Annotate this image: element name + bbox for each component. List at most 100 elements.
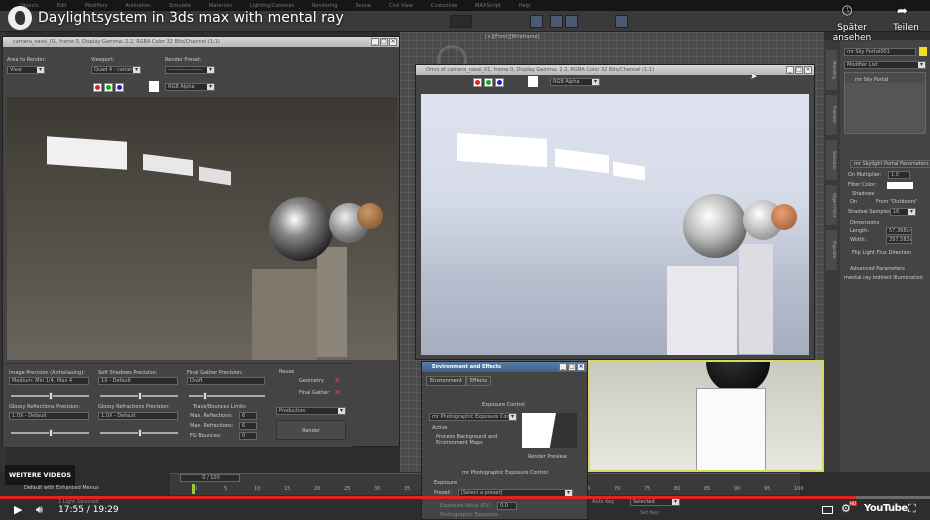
image-precision-slider[interactable] (11, 392, 89, 400)
maximize-button[interactable]: □ (380, 38, 388, 46)
final-gather-slider[interactable] (189, 392, 265, 400)
close-button[interactable]: × (389, 38, 397, 46)
menu-edit[interactable]: Edit (57, 3, 67, 9)
menu-simulate[interactable]: Simulate (169, 3, 191, 9)
max-refractions-spinner[interactable]: 6 (239, 422, 257, 430)
photo-exposure-header[interactable]: mr Photographic Exposure Control (462, 470, 548, 476)
object-name-field[interactable]: mr Sky Portal001 (844, 48, 916, 56)
fg-bounces-spinner[interactable]: 0 (239, 432, 257, 440)
share-icon[interactable]: ➦ (897, 4, 908, 19)
menu-animation[interactable]: Animation (125, 3, 151, 9)
channel-dropdown[interactable]: RGB Alpha (550, 78, 600, 86)
object-color-swatch[interactable] (919, 47, 927, 56)
shadow-samples-dropdown[interactable]: 16 (890, 208, 916, 216)
flip-flux-checkbox[interactable]: Flip Light Flux Direction (852, 250, 911, 256)
side-tab-selection[interactable]: Selection (826, 140, 837, 180)
max-reflections-spinner[interactable]: 6 (239, 412, 257, 420)
render-preview-button[interactable]: Render Preview (528, 454, 567, 460)
menu-civil-view[interactable]: Civil View (389, 3, 413, 9)
viewport-dropdown[interactable]: Quad 4 - camera (91, 66, 141, 74)
clear-geometry-icon[interactable]: ✕ (334, 376, 341, 385)
toolbar-button[interactable] (615, 15, 628, 28)
side-tab-modeling[interactable]: Modeling (826, 50, 837, 90)
workspace-dropdown[interactable]: Default with Enhanced Menus (24, 485, 99, 491)
glossy-reflections-slider[interactable] (11, 429, 89, 437)
modifier-list-dropdown[interactable]: Modifier List (844, 61, 926, 69)
toolbar-dropdown[interactable] (450, 15, 472, 28)
green-channel-toggle[interactable] (484, 78, 493, 87)
stack-item[interactable]: mr Sky Portal (845, 73, 925, 83)
video-title[interactable]: Daylightsystem in 3ds max with mental ra… (38, 10, 344, 26)
watch-later-button[interactable]: Später ansehen (820, 23, 884, 43)
maximize-button[interactable]: □ (795, 66, 803, 74)
menu-rendering[interactable]: Rendering (312, 3, 338, 9)
minimize-button[interactable]: _ (559, 363, 567, 371)
menu-maxscript[interactable]: MAXScript (475, 3, 501, 9)
clear-final-gather-icon[interactable]: ✕ (334, 388, 341, 397)
toolbar-button[interactable] (550, 15, 563, 28)
reuse-geometry-checkbox[interactable]: Geometry (299, 378, 324, 384)
glossy-refractions-slider[interactable] (100, 429, 178, 437)
color-swatch[interactable] (528, 76, 538, 87)
side-tab-freeform[interactable]: Freeform (826, 95, 837, 135)
fullscreen-icon[interactable]: ⛶ (908, 502, 916, 516)
menu-materials[interactable]: Materials (209, 3, 232, 9)
multiplier-spinner[interactable]: 1.0 (888, 171, 910, 179)
side-tab-populate[interactable]: Populate (826, 230, 837, 270)
ev-radio[interactable]: Exposure Value (EV): (440, 503, 492, 509)
play-icon[interactable]: ▶ (14, 503, 22, 516)
key-mode-dropdown[interactable]: Selected (630, 498, 680, 506)
color-swatch[interactable] (149, 81, 159, 92)
modifier-stack[interactable]: mr Sky Portal (844, 72, 926, 134)
toolbar-button[interactable] (530, 15, 543, 28)
shadows-on-checkbox[interactable]: On (850, 199, 857, 205)
soft-shadows-slider[interactable] (100, 392, 178, 400)
red-channel-toggle[interactable] (93, 83, 102, 92)
active-checkbox[interactable]: Active (432, 425, 447, 431)
clock-icon[interactable]: 🕓︎ (842, 4, 852, 19)
params-rollout-header[interactable]: mr Skylight Portal Parameters (850, 160, 930, 168)
video-progress-bar[interactable] (0, 496, 930, 499)
share-button[interactable]: Teilen (889, 23, 923, 33)
menu-help[interactable]: Help (519, 3, 530, 9)
exposure-type-dropdown[interactable]: mr Photographic Exposure Control (429, 413, 517, 421)
menu-modifiers[interactable]: Modifiers (85, 3, 108, 9)
indirect-illumination-rollout[interactable]: mental ray Indirect Illumination (844, 275, 923, 281)
menu-scene[interactable]: Scene (356, 3, 371, 9)
close-button[interactable]: × (804, 66, 812, 74)
menu-lighting[interactable]: Lighting/Cameras (250, 3, 294, 9)
render-preset-dropdown[interactable]: ------------------- (165, 66, 215, 74)
close-button[interactable]: × (577, 363, 585, 371)
render-button[interactable]: Render (276, 420, 346, 440)
blue-channel-toggle[interactable] (495, 78, 504, 87)
toolbar-button[interactable] (565, 15, 578, 28)
viewport-label[interactable]: [+][Front][Wireframe] (485, 34, 540, 40)
youtube-logo[interactable]: YouTube (864, 503, 908, 514)
advanced-params-rollout[interactable]: Advanced Parameters (850, 266, 905, 272)
exposure-control-header[interactable]: Exposure Control (482, 402, 525, 408)
process-background-checkbox[interactable]: Process Background and Environment Maps (436, 434, 506, 446)
on-multiplier-label[interactable]: On Multiplier: (848, 172, 882, 178)
time-slider[interactable]: 0 / 100 (180, 474, 240, 482)
minimize-button[interactable]: _ (371, 38, 379, 46)
more-videos-button[interactable]: WEITERE VIDEOS (5, 465, 75, 485)
red-channel-toggle[interactable] (473, 78, 482, 87)
width-spinner[interactable]: 297,582c (886, 236, 912, 244)
subtitles-icon[interactable] (822, 506, 833, 514)
tab-environment[interactable]: Environment (426, 376, 466, 386)
set-key-button[interactable]: Set Key (640, 510, 659, 516)
filter-color-swatch[interactable] (887, 182, 913, 189)
length-spinner[interactable]: 57,368cm (886, 227, 912, 235)
ev-spinner[interactable]: 0.0 (497, 502, 517, 510)
menu-customize[interactable]: Customize (431, 3, 457, 9)
camera-viewport[interactable] (588, 360, 824, 472)
green-channel-toggle[interactable] (104, 83, 113, 92)
volume-icon[interactable]: 🔊︎ (36, 503, 43, 517)
tab-effects[interactable]: Effects (466, 376, 491, 386)
reuse-final-gather-checkbox[interactable]: Final Gather (299, 390, 329, 396)
auto-key-button[interactable]: Auto Key (592, 499, 614, 505)
render-mode-dropdown[interactable]: Production (276, 407, 346, 415)
blue-channel-toggle[interactable] (115, 83, 124, 92)
maximize-button[interactable]: □ (568, 363, 576, 371)
minimize-button[interactable]: _ (786, 66, 794, 74)
